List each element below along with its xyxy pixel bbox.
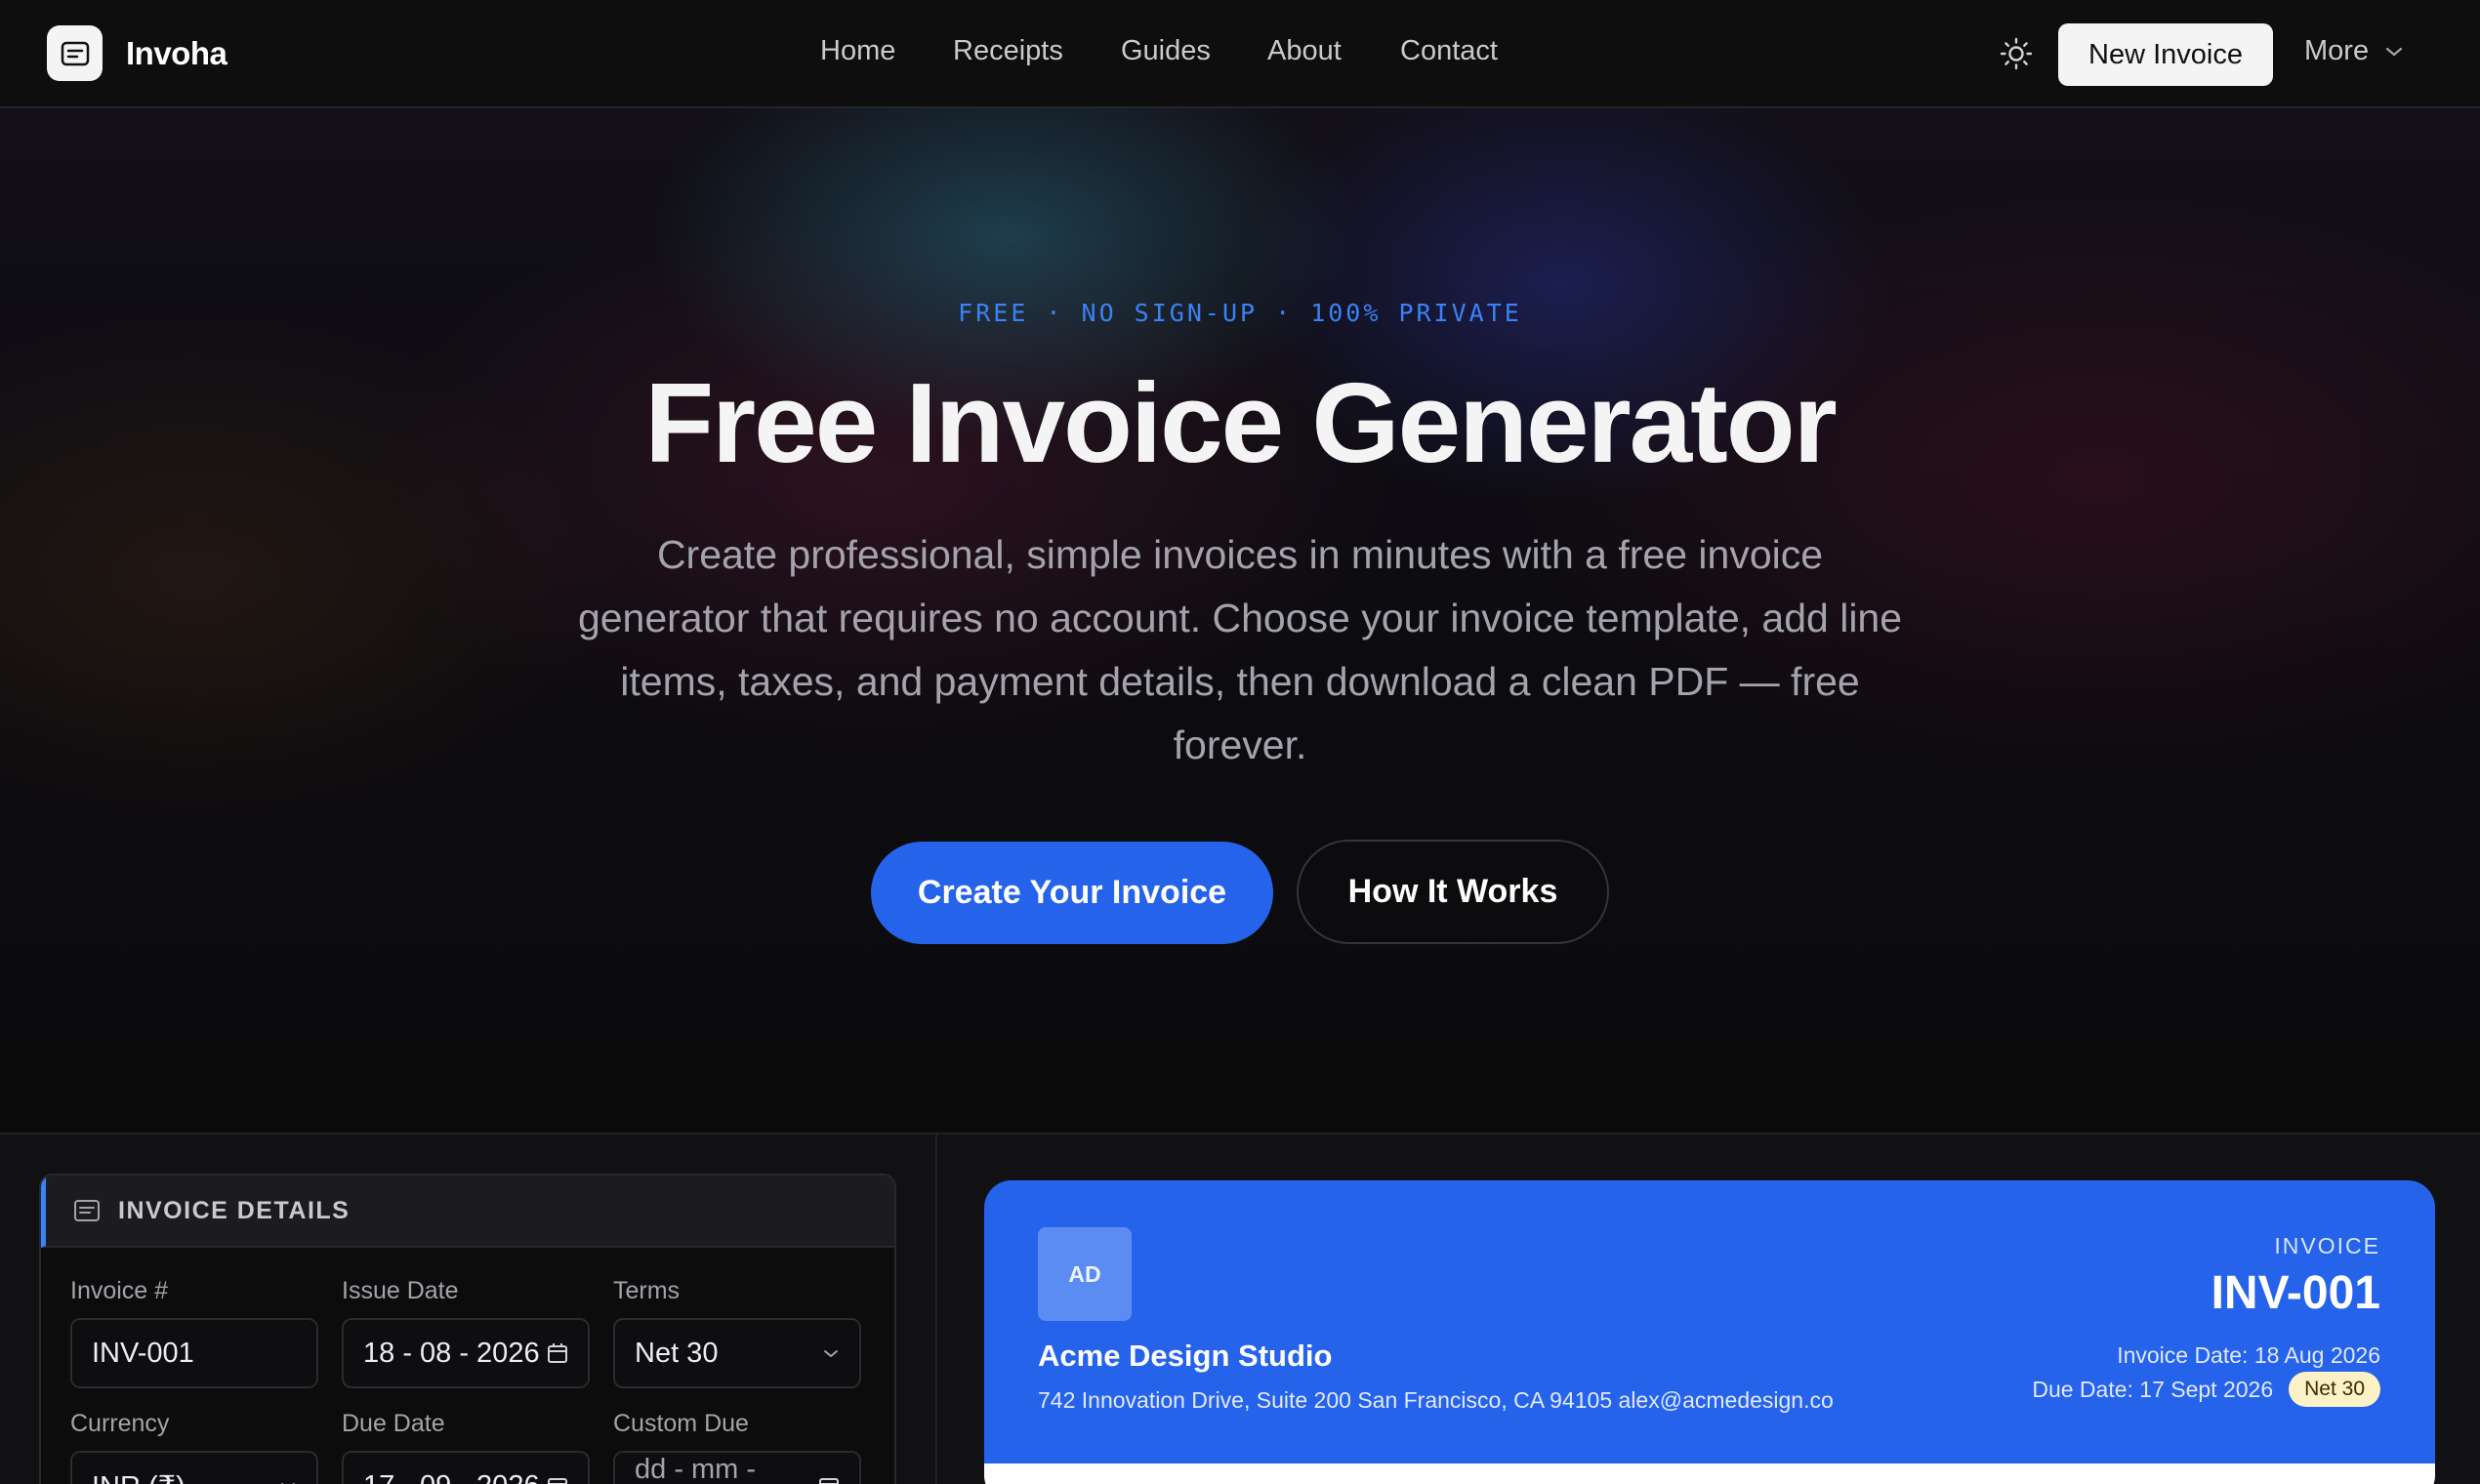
due-date-value: 17 - 09 - 2026 — [363, 1470, 540, 1484]
company-address: 742 Innovation Drive, Suite 200 San Fran… — [1038, 1387, 1834, 1413]
hero-title: Free Invoice Generator — [644, 359, 1838, 486]
currency-value: INR (₹) — [92, 1469, 186, 1484]
invoice-editor-section: INVOICE DETAILS Invoice # INV-001 Issue … — [0, 1133, 2480, 1484]
brand[interactable]: Invoha — [47, 25, 227, 81]
nav-link-home[interactable]: Home — [820, 35, 895, 67]
create-invoice-button[interactable]: Create Your Invoice — [871, 842, 1273, 944]
nav-link-about[interactable]: About — [1267, 35, 1342, 67]
calendar-icon[interactable] — [547, 1475, 568, 1484]
theme-toggle-button[interactable] — [1996, 33, 2037, 74]
new-invoice-button[interactable]: New Invoice — [2058, 23, 2273, 86]
terms-badge: Net 30 — [2289, 1372, 2380, 1407]
company-name: Acme Design Studio — [1038, 1339, 1333, 1373]
due-date-row: Due Date: 17 Sept 2026 Net 30 — [2032, 1372, 2380, 1407]
issue-date-input[interactable]: 18 - 08 - 2026 — [342, 1318, 590, 1388]
top-navbar: Invoha Home Receipts Guides About Contac… — [0, 0, 2480, 108]
invoice-date: Invoice Date: 18 Aug 2026 — [2117, 1342, 2380, 1368]
terms-value: Net 30 — [635, 1337, 719, 1369]
company-logo-placeholder[interactable]: AD — [1038, 1227, 1132, 1321]
custom-due-label: Custom Due — [613, 1410, 749, 1437]
nav-link-receipts[interactable]: Receipts — [953, 35, 1063, 67]
more-menu-label: More — [2304, 35, 2370, 66]
invoice-details-title: INVOICE DETAILS — [118, 1196, 351, 1224]
more-menu[interactable]: More — [2304, 35, 2404, 67]
invoice-body — [984, 1463, 2435, 1484]
invoice-preview-pane: AD Acme Design Studio 742 Innovation Dri… — [939, 1134, 2480, 1484]
chevron-down-icon — [824, 1349, 838, 1357]
invoice-details-card: INVOICE DETAILS Invoice # INV-001 Issue … — [39, 1174, 896, 1484]
issue-date-value: 18 - 08 - 2026 — [363, 1337, 540, 1369]
hero-section: FREE · NO SIGN-UP · 100% PRIVATE Free In… — [0, 108, 2480, 1133]
terms-select[interactable]: Net 30 — [613, 1318, 861, 1388]
hero-subtitle: Create professional, simple invoices in … — [577, 532, 1903, 767]
invoice-preview: AD Acme Design Studio 742 Innovation Dri… — [984, 1180, 2435, 1484]
chevron-down-icon — [281, 1482, 295, 1484]
terms-label: Terms — [613, 1277, 681, 1304]
calendar-icon[interactable] — [547, 1342, 568, 1364]
custom-due-placeholder: dd - mm - yyyy — [635, 1454, 757, 1484]
preview-due-date: Due Date: 17 Sept 2026 — [2032, 1376, 2274, 1402]
currency-select[interactable]: INR (₹) — [70, 1451, 318, 1484]
nav-link-contact[interactable]: Contact — [1400, 35, 1498, 67]
brand-name: Invoha — [126, 34, 227, 71]
invoice-number-value: INV-001 — [92, 1337, 194, 1369]
invoice-number: INV-001 — [2211, 1267, 2380, 1319]
due-date-input[interactable]: 17 - 09 - 2026 — [342, 1451, 590, 1484]
custom-due-input[interactable]: dd - mm - yyyy — [613, 1451, 861, 1484]
invoice-label: INVOICE — [2274, 1233, 2380, 1258]
nav-link-guides[interactable]: Guides — [1121, 35, 1211, 67]
invoice-number-label: Invoice # — [70, 1277, 169, 1304]
invoice-form-pane: INVOICE DETAILS Invoice # INV-001 Issue … — [0, 1134, 937, 1484]
due-date-label: Due Date — [342, 1410, 445, 1437]
invoice-number-input[interactable]: INV-001 — [70, 1318, 318, 1388]
calendar-icon[interactable] — [818, 1475, 840, 1484]
sun-icon — [2000, 37, 2033, 70]
document-icon — [74, 1200, 100, 1221]
how-it-works-button[interactable]: How It Works — [1297, 840, 1609, 944]
issue-date-label: Issue Date — [342, 1277, 459, 1304]
receipt-logo-icon — [47, 25, 103, 81]
hero-eyebrow: FREE · NO SIGN-UP · 100% PRIVATE — [958, 299, 1522, 327]
chevron-down-icon — [2385, 47, 2403, 56]
currency-label: Currency — [70, 1410, 170, 1437]
invoice-details-header[interactable]: INVOICE DETAILS — [41, 1175, 894, 1248]
